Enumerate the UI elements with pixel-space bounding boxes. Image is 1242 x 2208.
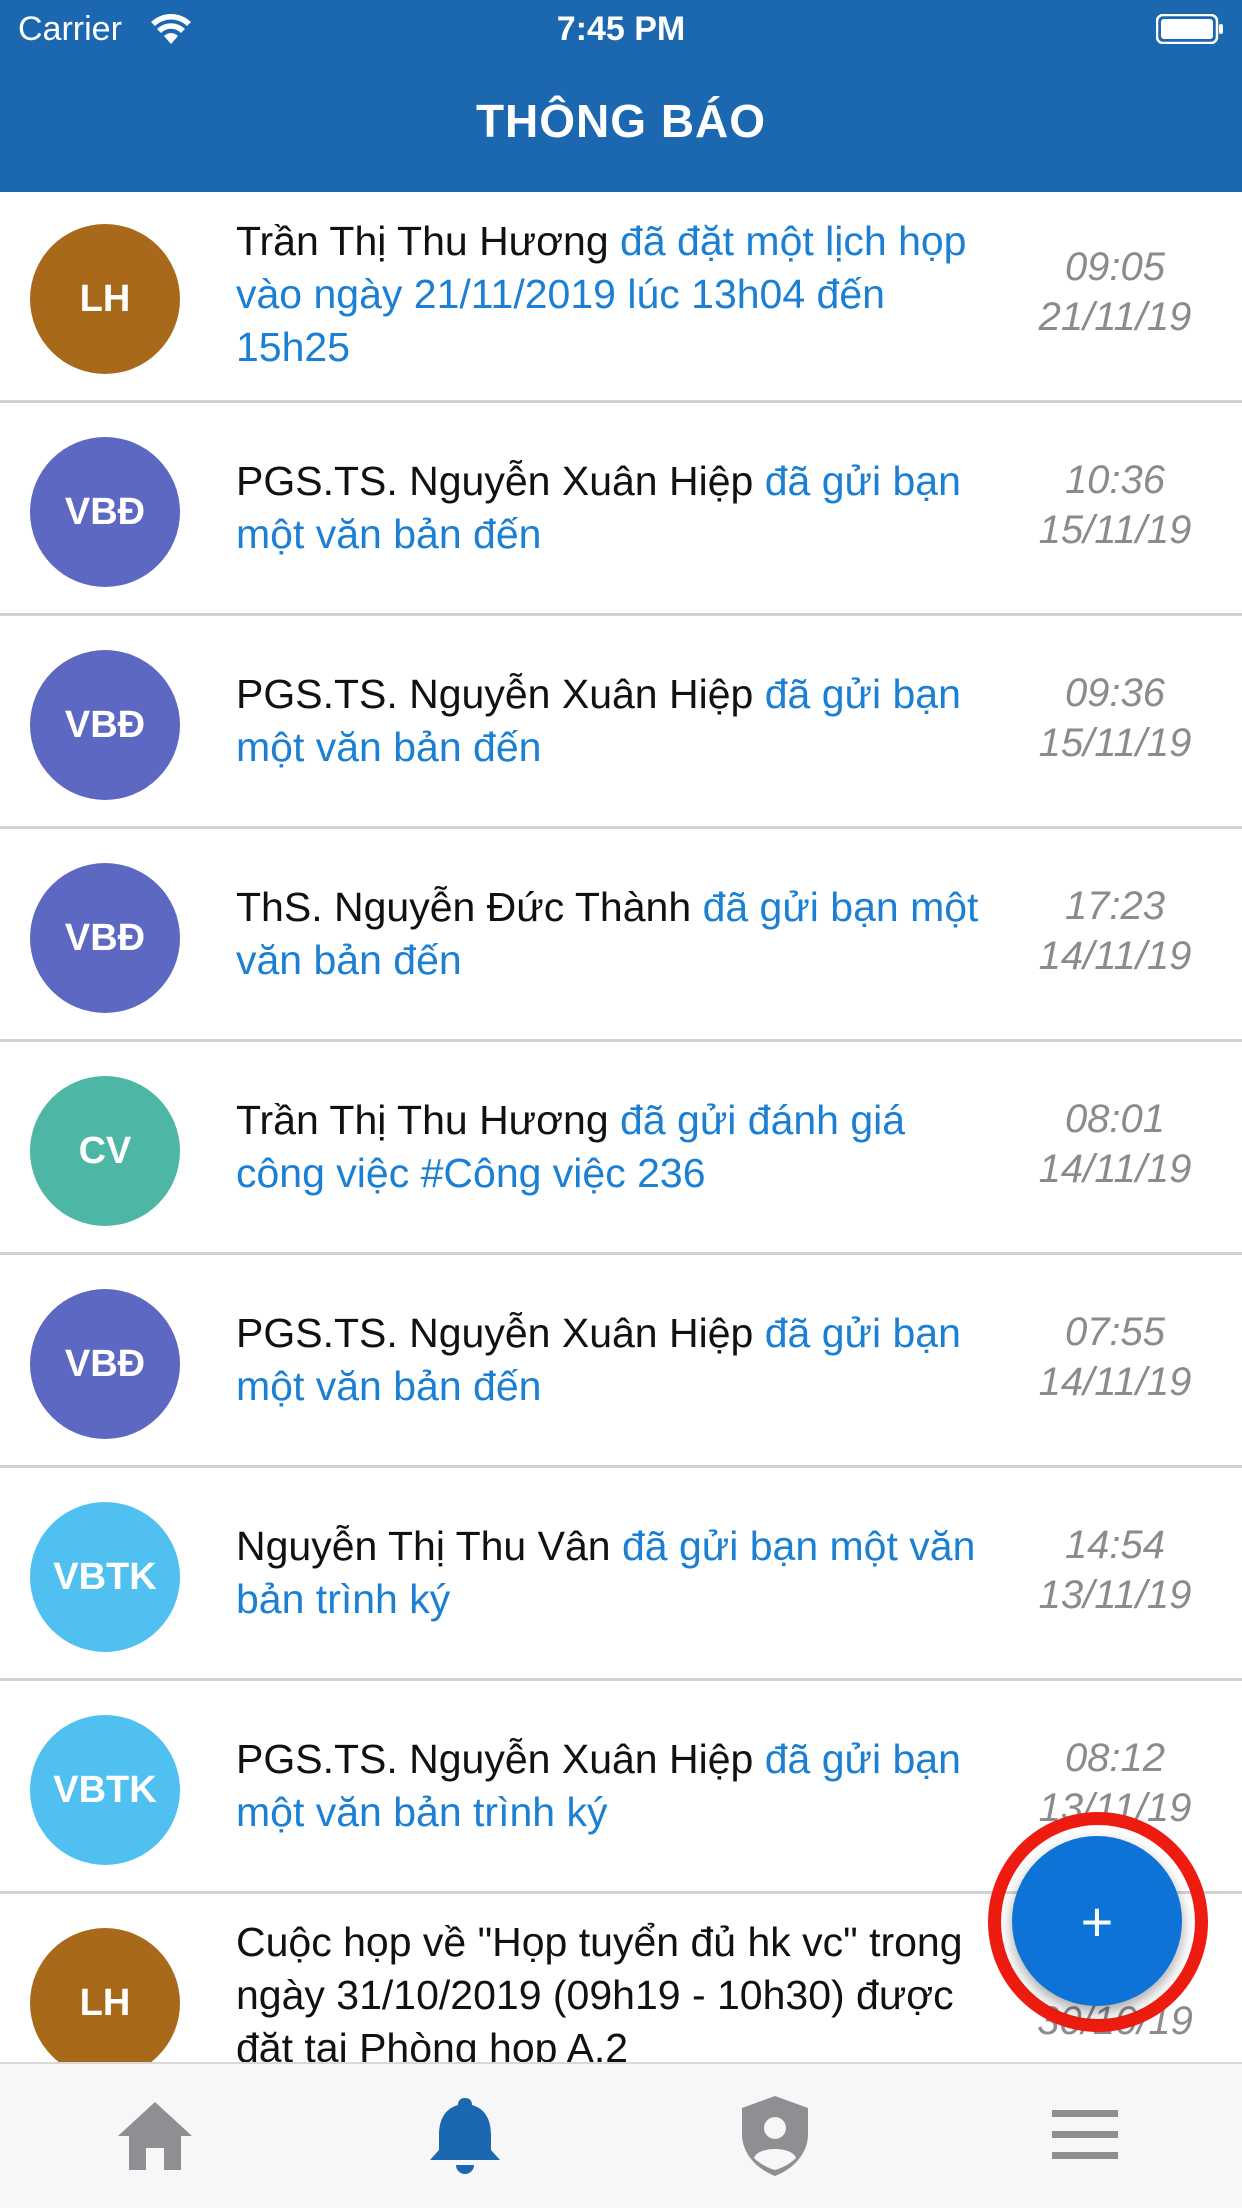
notification-actor: Nguyễn Thị Thu Vân	[236, 1522, 611, 1569]
clock: 7:45 PM	[556, 10, 686, 48]
page-title: THÔNG BÁO	[475, 95, 767, 147]
tab-bar	[0, 2062, 1242, 2208]
battery-icon	[1156, 14, 1223, 44]
notification-row[interactable]: VBĐ PGS.TS. Nguyễn Xuân Hiệp đã gửi bạn m…	[0, 405, 1242, 616]
notification-timestamp: 14:54 13/11/19	[1010, 1520, 1220, 1620]
avatar: VBĐ	[30, 437, 180, 587]
notification-row[interactable]: LH Trần Thị Thu Hương đã đặt một lịch họp…	[0, 192, 1242, 403]
notification-date: 14/11/19	[1038, 934, 1192, 978]
notification-row[interactable]: VBĐ PGS.TS. Nguyễn Xuân Hiệp đã gửi bạn m…	[0, 1257, 1242, 1468]
notification-time: 17:23	[1064, 884, 1166, 928]
notification-actor: PGS.TS. Nguyễn Xuân Hiệp	[236, 670, 754, 717]
notification-actor: Trần Thị Thu Hương	[236, 1096, 609, 1143]
plus-icon: +	[1080, 1889, 1114, 1953]
notification-list[interactable]: LH Trần Thị Thu Hương đã đặt một lịch họp…	[0, 192, 1242, 2062]
add-button[interactable]: +	[1012, 1836, 1182, 2006]
notification-text: Trần Thị Thu Hương đã đặt một lịch họp v…	[236, 215, 996, 374]
avatar: VBTK	[30, 1502, 180, 1652]
notification-row[interactable]: VBTK Nguyễn Thị Thu Vân đã gửi bạn một vă…	[0, 1470, 1242, 1681]
nav-bar: THÔNG BÁO	[0, 60, 1242, 192]
avatar: VBTK	[30, 1715, 180, 1865]
notification-time: 14:54	[1064, 1523, 1166, 1567]
notification-date: 21/11/19	[1038, 295, 1192, 339]
avatar: VBĐ	[30, 650, 180, 800]
notification-actor: PGS.TS. Nguyễn Xuân Hiệp	[236, 1309, 754, 1356]
notification-text: PGS.TS. Nguyễn Xuân Hiệp đã gửi bạn một …	[236, 1307, 996, 1413]
home-icon[interactable]	[110, 2090, 200, 2180]
avatar: VBĐ	[30, 863, 180, 1013]
notification-actor: Cuộc họp về "Họp tuyển đủ hk vc" trong n…	[236, 1919, 963, 2062]
notification-date: 14/11/19	[1038, 1360, 1192, 1404]
menu-icon[interactable]	[1040, 2090, 1130, 2180]
notification-timestamp: 17:23 14/11/19	[1010, 881, 1220, 981]
avatar: LH	[30, 1928, 180, 2062]
notification-time: 08:01	[1064, 1097, 1166, 1141]
notification-timestamp: 10:36 15/11/19	[1010, 455, 1220, 555]
notification-text: Cuộc họp về "Họp tuyển đủ hk vc" trong n…	[236, 1916, 996, 2062]
notification-date: 15/11/19	[1038, 721, 1192, 765]
notification-actor: ThS. Nguyễn Đức Thành	[236, 883, 692, 930]
notification-text: ThS. Nguyễn Đức Thành đã gửi bạn một văn…	[236, 881, 996, 987]
notification-row[interactable]: VBĐ ThS. Nguyễn Đức Thành đã gửi bạn một …	[0, 831, 1242, 1042]
notification-time: 08:12	[1064, 1736, 1166, 1780]
notification-date: 13/11/19	[1038, 1573, 1192, 1617]
bell-icon[interactable]	[420, 2090, 510, 2180]
notification-timestamp: 08:01 14/11/19	[1010, 1094, 1220, 1194]
notification-text: Trần Thị Thu Hương đã gửi đánh giá công …	[236, 1094, 996, 1200]
notification-text: Nguyễn Thị Thu Vân đã gửi bạn một văn bả…	[236, 1520, 996, 1626]
notification-text: PGS.TS. Nguyễn Xuân Hiệp đã gửi bạn một …	[236, 455, 996, 561]
notification-date: 14/11/19	[1038, 1147, 1192, 1191]
notification-time: 09:05	[1064, 245, 1166, 289]
notification-timestamp: 09:05 21/11/19	[1010, 242, 1220, 342]
notification-text: PGS.TS. Nguyễn Xuân Hiệp đã gửi bạn một …	[236, 1733, 996, 1839]
notification-row[interactable]: VBĐ PGS.TS. Nguyễn Xuân Hiệp đã gửi bạn m…	[0, 618, 1242, 829]
shield-user-icon[interactable]	[730, 2090, 820, 2180]
notification-timestamp: 07:55 14/11/19	[1010, 1307, 1220, 1407]
avatar: LH	[30, 224, 180, 374]
notification-time: 10:36	[1064, 458, 1166, 502]
notification-text: PGS.TS. Nguyễn Xuân Hiệp đã gửi bạn một …	[236, 668, 996, 774]
status-bar: Carrier 7:45 PM	[0, 0, 1242, 60]
notification-timestamp: 09:36 15/11/19	[1010, 668, 1220, 768]
notification-actor: PGS.TS. Nguyễn Xuân Hiệp	[236, 457, 754, 504]
notification-row[interactable]: CV Trần Thị Thu Hương đã gửi đánh giá côn…	[0, 1044, 1242, 1255]
notification-date: 15/11/19	[1038, 508, 1192, 552]
notification-time: 09:36	[1064, 671, 1166, 715]
notification-time: 07:55	[1064, 1310, 1166, 1354]
avatar: CV	[30, 1076, 180, 1226]
avatar: VBĐ	[30, 1289, 180, 1439]
notification-actor: PGS.TS. Nguyễn Xuân Hiệp	[236, 1735, 754, 1782]
notification-actor: Trần Thị Thu Hương	[236, 218, 609, 264]
